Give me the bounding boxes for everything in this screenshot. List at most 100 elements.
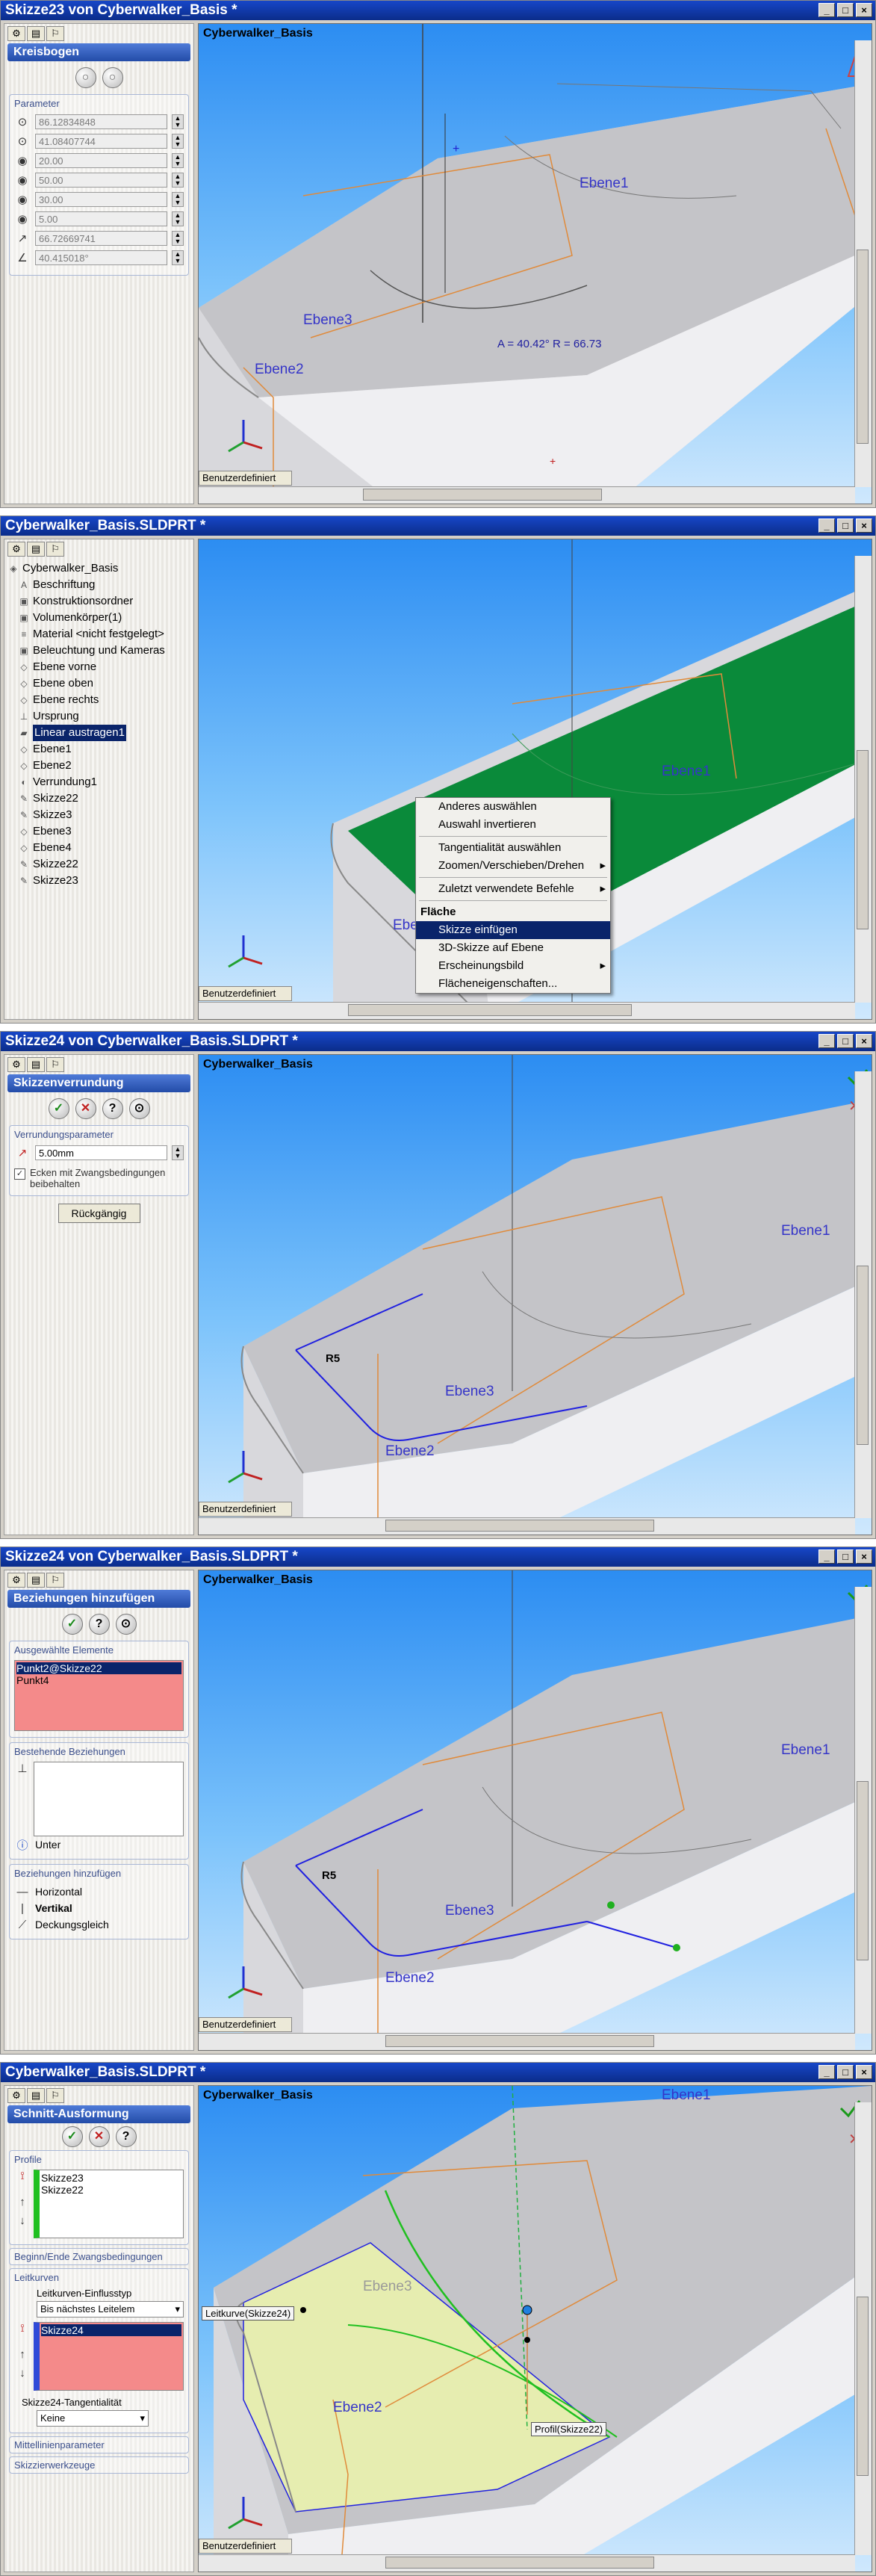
spin-icon[interactable]: ▲ ▼ [172, 192, 184, 207]
tree-item[interactable]: ▣ Beleuchtung und Kameras [7, 643, 190, 659]
property-tab[interactable]: ▤ [27, 1057, 45, 1072]
spin-icon[interactable]: ▲ ▼ [172, 211, 184, 226]
help-button[interactable]: ? [102, 1098, 123, 1119]
property-tab[interactable]: ▤ [27, 542, 45, 557]
cancel-button[interactable]: ✕ [75, 1098, 96, 1119]
graphics-area[interactable]: ✕ Cyberwalker_Basis Ebene1 Ebene3 Ebene2… [198, 1054, 872, 1535]
help-button[interactable]: ○ [75, 67, 96, 88]
view-status[interactable]: Benutzerdefiniert [199, 986, 292, 1001]
tree-item[interactable]: ◇ Ebene3 [7, 823, 190, 840]
existing-relations-list[interactable] [34, 1762, 184, 1836]
config-tab[interactable]: ⚐ [46, 1573, 64, 1588]
maximize-button[interactable]: □ [837, 3, 854, 17]
menu-item-appearance[interactable]: Erscheinungsbild ▸ [416, 957, 610, 975]
spin-icon[interactable]: ▲ ▼ [172, 114, 184, 129]
fillet-radius-input[interactable]: 5.00mm [35, 1145, 167, 1160]
vertical-scrollbar[interactable] [854, 556, 872, 1003]
vertical-scrollbar[interactable] [854, 1071, 872, 1518]
scroll-thumb[interactable] [385, 2035, 654, 2047]
tree-item[interactable]: ◐ Verrundung1 [7, 774, 190, 790]
spin-icon[interactable]: ▲ ▼ [172, 1145, 184, 1160]
detail-button[interactable]: ○ [102, 67, 123, 88]
relation-horizontal[interactable]: — Horizontal [14, 1883, 184, 1900]
vertical-scrollbar[interactable] [854, 1587, 872, 2034]
close-button[interactable]: × [856, 1549, 872, 1564]
keep-constraints-checkbox[interactable]: ✓ Ecken mit Zwangsbedingungen beibehalten [14, 1167, 184, 1189]
minimize-button[interactable]: _ [818, 3, 835, 17]
property-tab[interactable]: ▤ [27, 2088, 45, 2103]
scroll-thumb[interactable] [363, 489, 602, 501]
scroll-thumb[interactable] [348, 1004, 632, 1016]
menu-item-select-other[interactable]: Anderes auswählen [416, 798, 610, 816]
tree-item[interactable]: ✎ Skizze23 [7, 873, 190, 889]
relation-coincident[interactable]: ⟋ Deckungsgleich [14, 1916, 184, 1933]
guide-curves-list[interactable]: Skizze24 [34, 2322, 184, 2391]
tree-item[interactable]: A Beschriftung [7, 577, 190, 593]
scroll-thumb[interactable] [857, 1781, 869, 1960]
close-button[interactable]: × [856, 2065, 872, 2079]
undo-button[interactable]: Rückgängig [58, 1204, 140, 1223]
view-status[interactable]: Benutzerdefiniert [199, 471, 292, 486]
maximize-button[interactable]: □ [837, 1034, 854, 1048]
graphics-area[interactable]: Cyberwalker_Basis Ebene1 Ebene3 Ebene2 R… [198, 1570, 872, 2051]
spin-icon[interactable]: ▲ ▼ [172, 173, 184, 188]
pushpin-button[interactable]: ⊙ [115, 1614, 137, 1635]
help-button[interactable]: ? [115, 2126, 137, 2147]
tree-item[interactable]: ◇ Ebene4 [7, 840, 190, 856]
minimize-button[interactable]: _ [818, 1549, 835, 1564]
tangency-select[interactable]: Keine [37, 2410, 149, 2427]
config-tab[interactable]: ⚐ [46, 542, 64, 557]
config-tab[interactable]: ⚐ [46, 1057, 64, 1072]
tree-item[interactable]: ▰ Linear austragen1 [7, 725, 190, 741]
guide-curve-tag[interactable]: Leitkurve(Skizze24) [202, 2306, 295, 2320]
sketch-tools-group[interactable]: Skizzierwerkzeuge [9, 2456, 189, 2474]
property-tab[interactable]: ▤ [27, 26, 45, 41]
close-button[interactable]: × [856, 1034, 872, 1048]
list-item[interactable]: Skizze22 [41, 2184, 181, 2196]
list-item[interactable]: Punkt2@Skizze22 [16, 1662, 181, 1674]
profiles-list[interactable]: Skizze23 Skizze22 [34, 2170, 184, 2238]
param-input[interactable]: 30.00 [35, 192, 167, 207]
view-status[interactable]: Benutzerdefiniert [199, 2539, 292, 2554]
graphics-area[interactable]: Ebene1 Ebe Benutzerdefiniert Anderes aus… [198, 539, 872, 1020]
scroll-thumb[interactable] [857, 1266, 869, 1445]
profile-tag[interactable]: Profil(Skizze22) [531, 2422, 607, 2436]
param-input[interactable]: 66.72669741 [35, 231, 167, 246]
start-end-constraints-group[interactable]: Beginn/Ende Zwangsbedingungen [9, 2248, 189, 2265]
tree-item[interactable]: ✎ Skizze3 [7, 807, 190, 823]
menu-item-insert-sketch[interactable]: Skizze einfügen [416, 921, 610, 939]
scroll-thumb[interactable] [857, 750, 869, 929]
feature-tree-tab[interactable]: ⚙ [7, 542, 25, 557]
view-status[interactable]: Benutzerdefiniert [199, 1502, 292, 1517]
param-input[interactable]: 50.00 [35, 173, 167, 188]
minimize-button[interactable]: _ [818, 518, 835, 533]
close-button[interactable]: × [856, 518, 872, 533]
param-input[interactable]: 40.415018° [35, 250, 167, 265]
scroll-thumb[interactable] [857, 250, 869, 444]
list-item[interactable]: Skizze23 [41, 2172, 181, 2184]
spin-icon[interactable]: ▲ ▼ [172, 134, 184, 149]
minimize-button[interactable]: _ [818, 1034, 835, 1048]
menu-item-3d-sketch-on-plane[interactable]: 3D-Skizze auf Ebene [416, 939, 610, 957]
tree-item[interactable]: ✎ Skizze22 [7, 856, 190, 873]
menu-item-recent-commands[interactable]: Zuletzt verwendete Befehle ▸ [416, 880, 610, 898]
tree-item[interactable]: ◇ Ebene oben [7, 675, 190, 692]
move-down-icon[interactable]: ↓ [14, 2367, 31, 2380]
horizontal-scrollbar[interactable] [199, 2554, 855, 2572]
guide-influence-select[interactable]: Bis nächstes Leitelem [37, 2301, 184, 2318]
feature-tree-tab[interactable]: ⚙ [7, 26, 25, 41]
move-up-icon[interactable]: ↑ [14, 2196, 31, 2208]
centerline-group[interactable]: Mittellinienparameter [9, 2436, 189, 2453]
config-tab[interactable]: ⚐ [46, 2088, 64, 2103]
view-status[interactable]: Benutzerdefiniert [199, 2017, 292, 2032]
maximize-button[interactable]: □ [837, 518, 854, 533]
horizontal-scrollbar[interactable] [199, 1517, 855, 1535]
pushpin-button[interactable]: ⊙ [128, 1098, 150, 1119]
graphics-area[interactable]: + + Cyberwalker_Basis Ebene1 Ebene3 Eben… [198, 23, 872, 504]
list-item[interactable]: Punkt4 [16, 1674, 181, 1686]
ok-button[interactable]: ✓ [48, 1098, 69, 1119]
horizontal-scrollbar[interactable] [199, 2033, 855, 2050]
cancel-button[interactable]: ✕ [88, 2126, 110, 2147]
spin-icon[interactable]: ▲ ▼ [172, 153, 184, 168]
scroll-thumb[interactable] [857, 2297, 869, 2476]
